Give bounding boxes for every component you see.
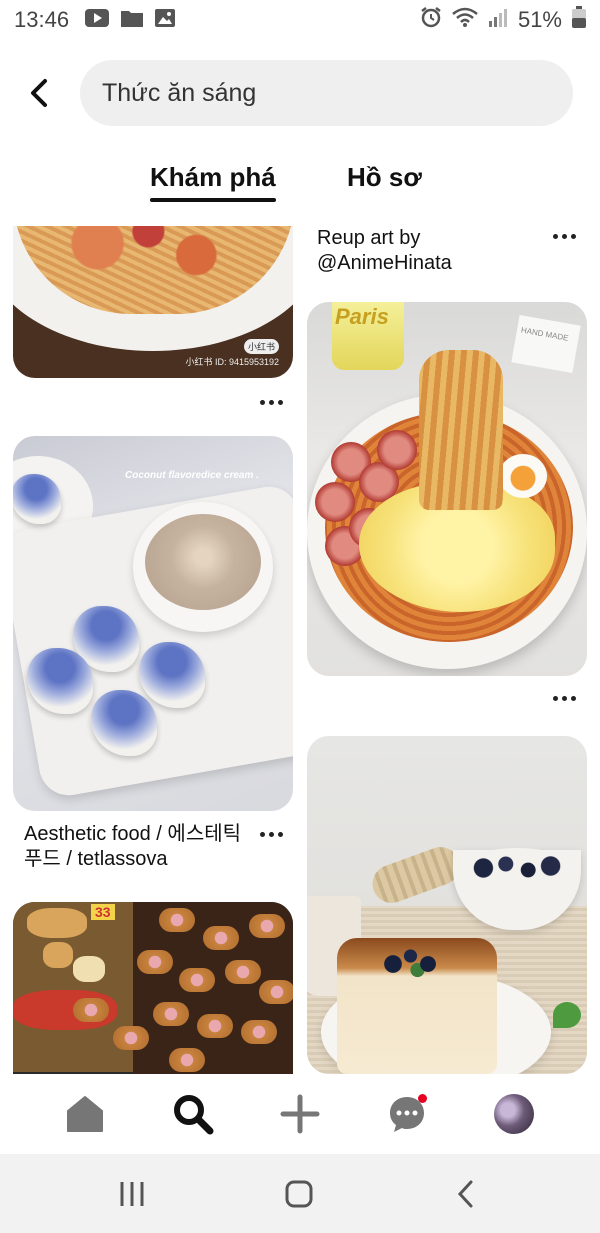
pin-image-sausage bbox=[197, 1014, 233, 1038]
pin-image-nugget bbox=[27, 908, 87, 938]
pin-pasta[interactable]: 小红书 小红书 ID: 9415953192 bbox=[13, 226, 293, 378]
pin-image-sausage bbox=[249, 914, 285, 938]
pin-image-mooncake bbox=[13, 474, 61, 524]
nav-search[interactable] bbox=[169, 1090, 217, 1138]
pin-image-nugget bbox=[73, 956, 105, 982]
recents-button[interactable] bbox=[112, 1174, 152, 1214]
pin-image-berry-topping bbox=[379, 940, 449, 980]
signal-icon bbox=[488, 7, 508, 33]
home-square-icon bbox=[285, 1180, 313, 1208]
pin-image-lifted-noodles bbox=[419, 350, 503, 510]
pin-image-sausage bbox=[203, 926, 239, 950]
tab-profile-label: Hồ sơ bbox=[347, 162, 422, 192]
pin-image-sausage bbox=[137, 950, 173, 974]
tab-explore[interactable]: Khám phá bbox=[150, 162, 276, 202]
pin-image-blueberries bbox=[461, 848, 573, 888]
pin-image-sausage bbox=[179, 968, 215, 992]
pin-sausages[interactable]: 33 bbox=[13, 902, 293, 1074]
pin-image-sausage bbox=[259, 980, 293, 1004]
pin-watermark: 小红书 ID: 9415953192 bbox=[185, 357, 279, 367]
pin-image-nugget bbox=[43, 942, 73, 968]
status-right-icons: 51% bbox=[420, 6, 586, 34]
wifi-icon bbox=[452, 7, 478, 33]
pin-image-sausage bbox=[73, 998, 109, 1022]
pin-image-sausage bbox=[315, 482, 355, 522]
pin-image-sausage bbox=[241, 1020, 277, 1044]
nav-messages[interactable] bbox=[383, 1090, 431, 1138]
pin-image-card-text: HAND MADE bbox=[520, 325, 570, 343]
pin-image-glass-label: Paris bbox=[335, 304, 389, 329]
search-icon bbox=[174, 1095, 214, 1135]
pin-pancake[interactable] bbox=[307, 736, 587, 1074]
tab-bar: Khám phá Hồ sơ bbox=[0, 160, 600, 210]
pin-image-sausage bbox=[153, 1002, 189, 1026]
bottom-nav bbox=[0, 1074, 600, 1154]
pin-image-card: HAND MADE bbox=[511, 314, 581, 374]
pin-ice-cream[interactable]: Coconut flavoredice cream . bbox=[13, 436, 293, 811]
home-icon bbox=[67, 1096, 103, 1132]
pin-image-tag: 33 bbox=[91, 904, 115, 920]
pin-noodles-title[interactable]: Reup art by @AnimeHinata bbox=[317, 226, 547, 276]
alarm-icon bbox=[420, 6, 442, 34]
avatar bbox=[494, 1094, 534, 1134]
image-icon bbox=[155, 7, 176, 33]
search-input[interactable]: Thức ăn sáng bbox=[80, 60, 573, 126]
youtube-icon bbox=[85, 7, 110, 33]
pin-image-sausage bbox=[225, 960, 261, 984]
notification-dot bbox=[418, 1094, 427, 1103]
tab-profile[interactable]: Hồ sơ bbox=[347, 162, 422, 193]
search-query-text: Thức ăn sáng bbox=[102, 78, 257, 107]
active-tab-underline bbox=[150, 198, 276, 202]
pin-image-mint bbox=[553, 1002, 581, 1028]
recents-icon bbox=[120, 1182, 144, 1206]
pin-ice-cream-title[interactable]: Aesthetic food / 에스테틱 푸드 / tetlassova bbox=[24, 822, 254, 872]
pin-image-sausage bbox=[159, 908, 195, 932]
battery-percent: 51% bbox=[517, 7, 562, 32]
pin-image-sausage bbox=[169, 1048, 205, 1072]
tab-explore-label: Khám phá bbox=[150, 162, 276, 192]
pin-image-egg bbox=[499, 454, 547, 498]
pin-source-badge: 小红书 bbox=[243, 339, 279, 354]
home-button[interactable] bbox=[279, 1174, 319, 1214]
plus-icon bbox=[280, 1094, 320, 1134]
battery-icon bbox=[572, 6, 586, 34]
back-arrow-icon bbox=[31, 79, 47, 107]
status-time: 13:46 bbox=[14, 7, 70, 32]
nav-create[interactable] bbox=[276, 1090, 324, 1138]
nav-profile[interactable] bbox=[490, 1090, 538, 1138]
system-back-button[interactable] bbox=[446, 1174, 486, 1214]
status-left-icons bbox=[85, 7, 176, 33]
status-bar: 13:46 51% bbox=[0, 0, 600, 40]
pin-image-caption: Coconut flavoredice cream . bbox=[125, 470, 259, 481]
pin-image-honey-dipper bbox=[367, 841, 465, 909]
back-button[interactable] bbox=[20, 74, 58, 112]
folder-icon bbox=[121, 7, 144, 33]
nav-home[interactable] bbox=[61, 1090, 109, 1138]
pin-noodles[interactable]: Paris HAND MADE bbox=[307, 302, 587, 676]
system-nav-bar bbox=[0, 1154, 600, 1233]
pin-noodles-title-more-button[interactable] bbox=[549, 226, 579, 246]
pin-image-sausage bbox=[377, 430, 417, 470]
pin-image-sausage bbox=[113, 1026, 149, 1050]
pin-noodles-more-button[interactable] bbox=[549, 688, 579, 708]
pin-ice-cream-more-button[interactable] bbox=[256, 824, 286, 844]
pin-image-soup bbox=[145, 514, 261, 610]
pin-pasta-more-button[interactable] bbox=[256, 392, 286, 412]
chevron-left-icon bbox=[457, 1180, 473, 1208]
pin-feed[interactable]: 小红书 小红书 ID: 9415953192 Coconut flavoredi… bbox=[0, 226, 600, 1074]
search-header: Thức ăn sáng bbox=[0, 58, 600, 128]
